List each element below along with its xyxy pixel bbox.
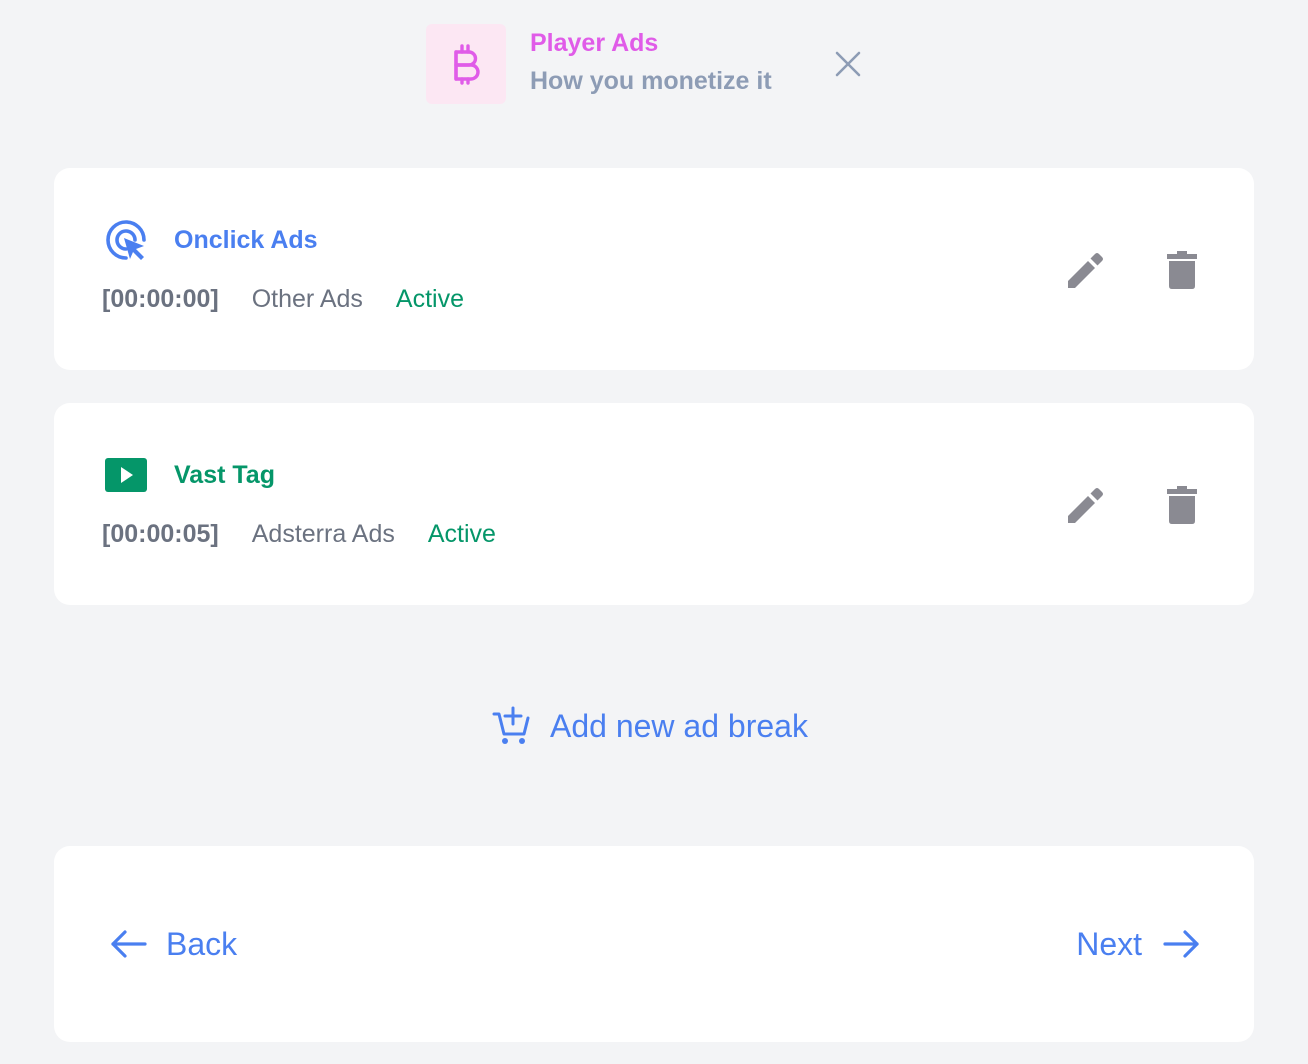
next-button[interactable]: Next (1076, 922, 1200, 966)
ad-network: Other Ads (251, 285, 363, 313)
play-box-icon (104, 453, 148, 497)
trash-icon (1167, 251, 1197, 289)
close-button[interactable] (832, 48, 864, 80)
ad-status: Active (427, 520, 496, 548)
cursor-click-icon (104, 218, 148, 262)
header-text: Player Ads How you monetize it (530, 29, 772, 96)
ad-type-row: Onclick Ads (104, 218, 318, 262)
delete-button[interactable] (1160, 483, 1204, 527)
ad-status: Active (395, 285, 464, 313)
back-label: Back (166, 925, 238, 962)
ad-network: Adsterra Ads (251, 520, 395, 548)
ad-time: [00:00:05] (102, 520, 219, 548)
arrow-left-icon (111, 930, 147, 958)
page-subtitle: How you monetize it (530, 67, 772, 95)
next-label: Next (1076, 925, 1142, 962)
add-ad-break-label: Add new ad break (550, 707, 808, 744)
ad-time: [00:00:00] (102, 285, 219, 313)
pencil-icon (1068, 488, 1103, 523)
close-icon (835, 51, 861, 77)
edit-button[interactable] (1064, 248, 1108, 292)
back-button[interactable]: Back (110, 922, 237, 966)
ad-type-label: Vast Tag (174, 460, 275, 489)
ad-meta-row: [00:00:05] Adsterra Ads Active (102, 519, 496, 549)
ad-break-card: Vast Tag [00:00:05] Adsterra Ads Active (54, 403, 1254, 605)
page-header: Player Ads How you monetize it (426, 24, 861, 104)
ad-type-label: Onclick Ads (174, 225, 318, 254)
bitcoin-icon (454, 44, 480, 85)
header-icon-box (426, 24, 506, 104)
edit-button[interactable] (1064, 483, 1108, 527)
ad-meta-row: [00:00:00] Other Ads Active (102, 284, 464, 314)
cart-plus-icon (492, 706, 530, 744)
wizard-navigation: Back Next (54, 846, 1254, 1042)
arrow-right-icon (1163, 930, 1199, 958)
add-ad-break-button[interactable]: Add new ad break (492, 704, 808, 748)
pencil-icon (1068, 253, 1103, 288)
delete-button[interactable] (1160, 248, 1204, 292)
page-title: Player Ads (530, 29, 659, 57)
ad-type-row: Vast Tag (104, 453, 275, 497)
player-ads-page: Player Ads How you monetize it Onclick A… (0, 0, 1308, 1064)
trash-icon (1167, 486, 1197, 524)
ad-break-card: Onclick Ads [00:00:00] Other Ads Active (54, 168, 1254, 370)
